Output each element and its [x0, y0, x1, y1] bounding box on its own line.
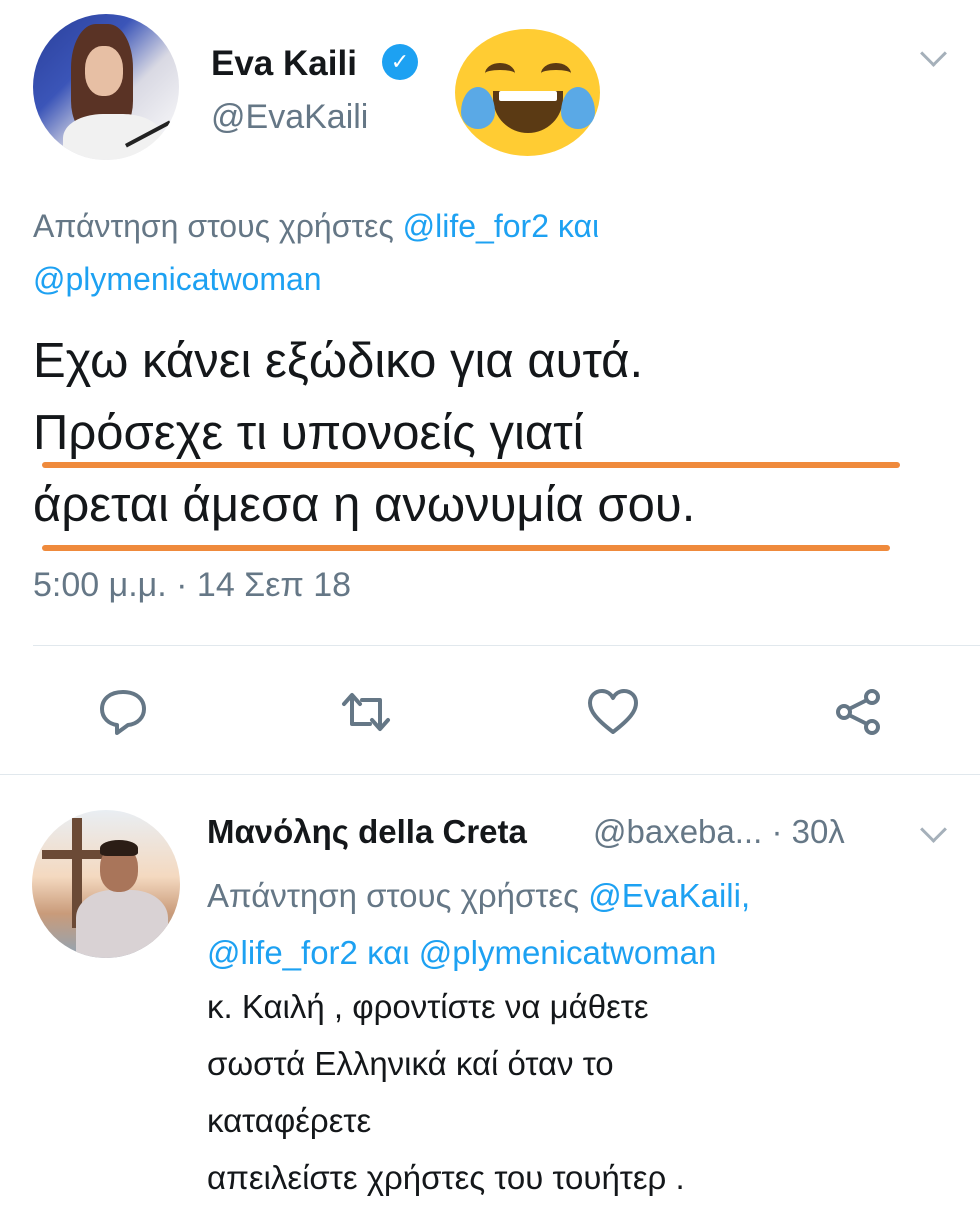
share-icon — [836, 689, 880, 735]
highlight-underline — [42, 545, 890, 551]
verified-badge-icon: ✓ — [382, 44, 418, 80]
mention-link[interactable]: @plymenicatwoman — [33, 261, 322, 297]
reply-context: Απάντηση στους χρήστες @EvaKaili, @life_… — [207, 867, 907, 981]
reply-icon — [100, 690, 146, 735]
tweet-text-line: Εχω κάνει εξώδικο για αυτά. — [33, 334, 644, 388]
share-button[interactable] — [828, 682, 888, 742]
author-name[interactable]: Eva Kaili — [211, 44, 357, 84]
reply-button[interactable] — [93, 682, 153, 742]
reply-author-avatar[interactable] — [32, 810, 180, 958]
tears-of-joy-emoji-icon — [455, 29, 600, 156]
tweet-text-line: άρεται άμεσα η ανωνυμία σου. — [33, 478, 696, 532]
mention-link[interactable]: @plymenicatwoman — [419, 934, 717, 971]
heart-icon — [588, 689, 638, 734]
reply-prefix: Απάντηση στους χρήστες — [207, 877, 580, 914]
reply-text-line: καταφέρετε — [207, 1102, 372, 1139]
reply-text-line: σωστά Ελληνικά καί όταν το — [207, 1045, 614, 1082]
mention-link[interactable]: @life_for2 — [403, 208, 549, 244]
tweet-timestamp[interactable]: 5:00 μ.μ. · 14 Σεπ 18 — [33, 566, 351, 605]
chevron-down-icon[interactable] — [920, 816, 947, 843]
author-handle[interactable]: @EvaKaili — [211, 98, 368, 137]
reply-text-line: κ. Καιλή , φροντίστε να μάθετε — [207, 988, 649, 1025]
retweet-icon — [342, 693, 390, 731]
reply-context: Απάντηση στους χρήστες @life_for2 και @p… — [33, 200, 933, 306]
retweet-button[interactable] — [336, 682, 396, 742]
divider — [33, 645, 980, 646]
highlight-underline — [42, 462, 900, 468]
reply-author-name[interactable]: Μανόλης della Creta — [207, 813, 527, 851]
reply-prefix: Απάντηση στους χρήστες — [33, 208, 394, 244]
reply-joiner: και — [367, 934, 410, 971]
reply-tweet-text: κ. Καιλή , φροντίστε να μάθετε σωστά Ελλ… — [207, 978, 927, 1206]
author-avatar[interactable] — [33, 14, 179, 160]
reply-joiner: και — [557, 208, 600, 244]
divider — [0, 774, 980, 775]
chevron-down-icon[interactable] — [920, 40, 947, 67]
tweet-text: Εχω κάνει εξώδικο για αυτά. Πρόσεχε τι υ… — [33, 325, 933, 541]
like-button[interactable] — [583, 682, 643, 742]
reply-text-line: απειλείστε χρήστες του τουήτερ . — [207, 1159, 685, 1196]
mention-link[interactable]: @EvaKaili, — [588, 877, 750, 914]
tweet-text-line: Πρόσεχε τι υπονοείς γιατί — [33, 406, 584, 460]
mention-link[interactable]: @life_for2 — [207, 934, 358, 971]
reply-handle-and-time[interactable]: @baxeba... · 30λ — [593, 813, 845, 851]
